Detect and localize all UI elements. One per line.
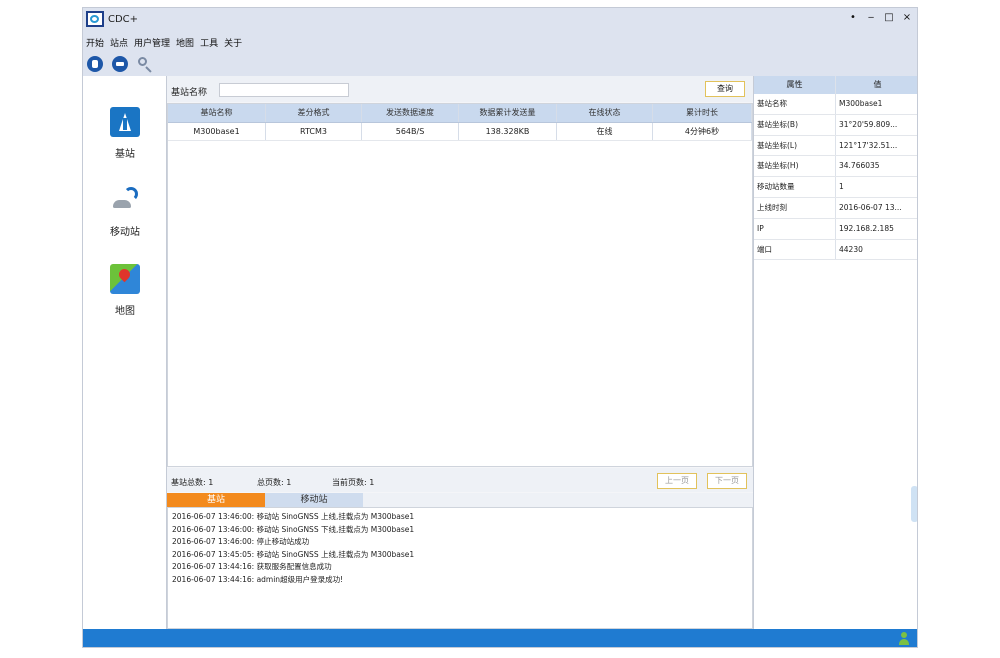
property-panel: 属性 值 基站名称 M300base1 基站坐标(B) 31°20'59.809… bbox=[753, 76, 917, 629]
property-row: 基站名称 M300base1 bbox=[754, 94, 917, 115]
column-header[interactable]: 数据累计发送量 bbox=[459, 104, 557, 122]
table-row[interactable]: M300base1 RTCM3 564B/S 138.328KB 在线 4分钟6… bbox=[168, 123, 752, 141]
tab-rover-log[interactable]: 移动站 bbox=[265, 493, 363, 507]
log-panel: 2016-06-07 13:46:00: 移动站 SinoGNSS 上线,挂载点… bbox=[167, 507, 753, 629]
menu-site[interactable]: 站点 bbox=[110, 36, 128, 50]
title-bar: CDC+ • ‒ □ × bbox=[83, 8, 917, 30]
property-row: 基站坐标(B) 31°20'59.809... bbox=[754, 114, 917, 136]
property-value: 44230 bbox=[839, 244, 863, 254]
log-line: 2016-06-07 13:46:00: 停止移动站成功 bbox=[172, 537, 310, 547]
log-line: 2016-06-07 13:44:16: admin超级用户登录成功! bbox=[172, 574, 344, 584]
nav-item-base-station[interactable]: 基站 bbox=[83, 107, 167, 160]
disconnect-icon[interactable] bbox=[112, 56, 128, 72]
property-row: IP 192.168.2.185 bbox=[754, 218, 917, 240]
app-window: CDC+ • ‒ □ × 开始 站点 用户管理 地图 工具 关于 基站 移动站 … bbox=[82, 7, 918, 648]
property-key: 基站坐标(B) bbox=[754, 114, 836, 135]
station-name-input[interactable] bbox=[219, 83, 349, 97]
property-key: IP bbox=[754, 218, 836, 239]
property-value: 31°20'59.809... bbox=[839, 119, 898, 129]
pager-bar: 基站总数: 1 总页数: 1 当前页数: 1 上一页 下一页 bbox=[167, 468, 753, 492]
table-cell: M300base1 bbox=[168, 123, 266, 140]
table-header: 基站名称 差分格式 发送数据速度 数据累计发送量 在线状态 累计时长 bbox=[168, 104, 752, 123]
close-button[interactable]: × bbox=[901, 12, 913, 24]
nav-label: 地图 bbox=[115, 306, 135, 317]
search-icon[interactable] bbox=[137, 56, 153, 72]
property-row: 移动站数量 1 bbox=[754, 177, 917, 198]
log-line: 2016-06-07 13:46:00: 移动站 SinoGNSS 下线,挂载点… bbox=[172, 524, 415, 534]
property-value: 2016-06-07 13... bbox=[839, 202, 902, 212]
table-cell: 138.328KB bbox=[459, 123, 557, 140]
station-total: 基站总数: 1 bbox=[171, 478, 214, 487]
next-page-button[interactable]: 下一页 bbox=[707, 473, 747, 489]
app-logo-icon bbox=[86, 11, 104, 27]
table-cell: 在线 bbox=[557, 123, 653, 140]
minimize-button[interactable]: ‒ bbox=[865, 12, 877, 24]
column-header[interactable]: 发送数据速度 bbox=[362, 104, 459, 122]
table-cell: RTCM3 bbox=[266, 123, 362, 140]
menu-tools[interactable]: 工具 bbox=[200, 36, 218, 50]
tab-base-station-log[interactable]: 基站 bbox=[167, 493, 265, 507]
nav-item-map[interactable]: 地图 bbox=[83, 264, 167, 317]
app-title: CDC+ bbox=[108, 14, 139, 25]
property-key: 上线时刻 bbox=[754, 197, 836, 218]
property-value: 34.766035 bbox=[839, 161, 880, 171]
menu-about[interactable]: 关于 bbox=[224, 36, 242, 50]
status-bar bbox=[83, 629, 917, 647]
nav-label: 基站 bbox=[115, 149, 135, 160]
restore-button[interactable]: □ bbox=[883, 12, 895, 24]
prev-page-button[interactable]: 上一页 bbox=[657, 473, 697, 489]
menu-map[interactable]: 地图 bbox=[176, 36, 194, 50]
table-cell: 564B/S bbox=[362, 123, 459, 140]
property-key-header: 属性 bbox=[754, 76, 836, 94]
table-cell: 4分钟6秒 bbox=[653, 123, 752, 140]
property-row: 端口 44230 bbox=[754, 239, 917, 261]
search-bar: 基站名称 查询 bbox=[167, 76, 753, 102]
column-header[interactable]: 基站名称 bbox=[168, 104, 266, 122]
nav-item-rover[interactable]: 移动站 bbox=[83, 185, 167, 238]
property-key: 基站坐标(H) bbox=[754, 156, 836, 177]
property-value: 121°17'32.51... bbox=[839, 140, 898, 150]
menu-user-management[interactable]: 用户管理 bbox=[134, 36, 170, 50]
property-row: 基站坐标(L) 121°17'32.51... bbox=[754, 135, 917, 157]
property-row: 上线时刻 2016-06-07 13... bbox=[754, 197, 917, 219]
query-button[interactable]: 查询 bbox=[705, 81, 745, 97]
station-table: 基站名称 差分格式 发送数据速度 数据累计发送量 在线状态 累计时长 M300b… bbox=[167, 103, 753, 467]
page-total: 总页数: 1 bbox=[257, 478, 292, 487]
menu-start[interactable]: 开始 bbox=[86, 36, 104, 50]
search-label: 基站名称 bbox=[171, 88, 208, 98]
log-tabs: 基站 移动站 bbox=[167, 493, 753, 507]
skin-icon[interactable]: • bbox=[847, 12, 859, 24]
map-icon bbox=[110, 264, 140, 294]
toolbar bbox=[87, 54, 153, 74]
property-value: 1 bbox=[839, 182, 844, 192]
property-header: 属性 值 bbox=[754, 76, 917, 94]
property-key: 移动站数量 bbox=[754, 177, 836, 197]
nav-label: 移动站 bbox=[110, 227, 140, 238]
log-line: 2016-06-07 13:45:05: 移动站 SinoGNSS 上线,挂载点… bbox=[172, 549, 415, 559]
panel-scroll-handle[interactable] bbox=[911, 486, 917, 522]
connect-icon[interactable] bbox=[87, 56, 103, 72]
tower-icon bbox=[110, 107, 140, 137]
column-header[interactable]: 累计时长 bbox=[653, 104, 752, 122]
main-panel: 基站名称 查询 基站名称 差分格式 发送数据速度 数据累计发送量 在线状态 累计… bbox=[167, 76, 753, 629]
left-nav: 基站 移动站 地图 bbox=[83, 76, 167, 629]
rover-icon bbox=[110, 185, 140, 215]
property-key: 基站名称 bbox=[754, 94, 836, 114]
current-page: 当前页数: 1 bbox=[332, 478, 375, 487]
property-row: 基站坐标(H) 34.766035 bbox=[754, 156, 917, 178]
property-key: 端口 bbox=[754, 239, 836, 260]
user-icon[interactable] bbox=[899, 632, 909, 646]
log-line: 2016-06-07 13:46:00: 移动站 SinoGNSS 上线,挂载点… bbox=[172, 512, 415, 521]
property-value: M300base1 bbox=[839, 99, 883, 108]
log-line: 2016-06-07 13:44:16: 获取服务配置信息成功 bbox=[172, 562, 332, 572]
column-header[interactable]: 在线状态 bbox=[557, 104, 653, 122]
menu-bar: 开始 站点 用户管理 地图 工具 关于 bbox=[86, 36, 242, 50]
property-value: 192.168.2.185 bbox=[839, 223, 894, 233]
column-header[interactable]: 差分格式 bbox=[266, 104, 362, 122]
property-key: 基站坐标(L) bbox=[754, 135, 836, 156]
property-value-header: 值 bbox=[873, 80, 882, 89]
